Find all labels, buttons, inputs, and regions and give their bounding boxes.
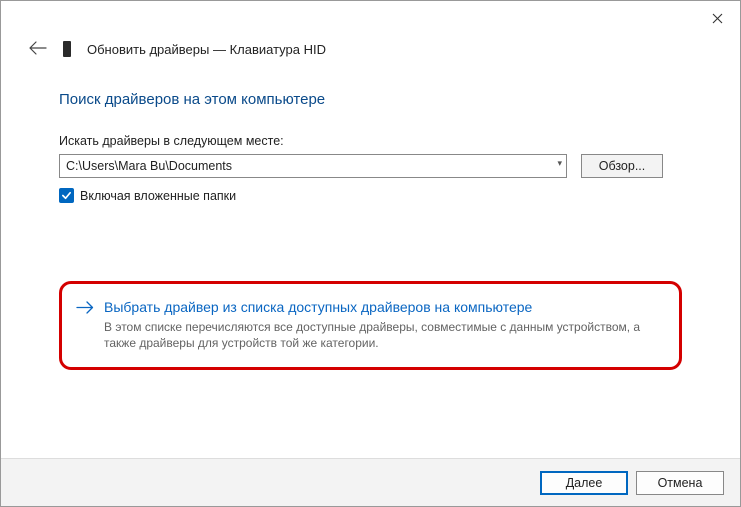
arrow-left-icon [29, 41, 47, 55]
cancel-button[interactable]: Отмена [636, 471, 724, 495]
pick-description: В этом списке перечисляются все доступны… [104, 319, 644, 351]
path-combobox[interactable]: ▾ [59, 154, 567, 178]
device-icon [63, 41, 71, 57]
content-area: Поиск драйверов на этом компьютере Искат… [1, 63, 740, 370]
pick-text: Выбрать драйвер из списка доступных драй… [104, 298, 644, 351]
search-location-label: Искать драйверы в следующем месте: [59, 134, 682, 148]
path-input[interactable] [59, 154, 567, 178]
include-subfolders-checkbox[interactable] [59, 188, 74, 203]
pick-from-list-option[interactable]: Выбрать драйвер из списка доступных драй… [59, 281, 682, 370]
arrow-right-icon [76, 299, 94, 351]
titlebar [1, 1, 740, 35]
header-row: Обновить драйверы — Клавиатура HID [1, 35, 740, 63]
back-button[interactable] [29, 40, 47, 58]
browse-button[interactable]: Обзор... [581, 154, 663, 178]
close-icon [712, 13, 723, 24]
checkmark-icon [61, 190, 72, 201]
next-button[interactable]: Далее [540, 471, 628, 495]
include-subfolders-label: Включая вложенные папки [80, 189, 236, 203]
footer: Далее Отмена [1, 458, 740, 506]
include-subfolders-row[interactable]: Включая вложенные папки [59, 188, 682, 203]
close-button[interactable] [694, 3, 740, 33]
path-row: ▾ Обзор... [59, 154, 682, 178]
pick-title: Выбрать драйвер из списка доступных драй… [104, 298, 644, 317]
page-heading: Поиск драйверов на этом компьютере [59, 91, 682, 108]
window-title: Обновить драйверы — Клавиатура HID [87, 42, 326, 57]
